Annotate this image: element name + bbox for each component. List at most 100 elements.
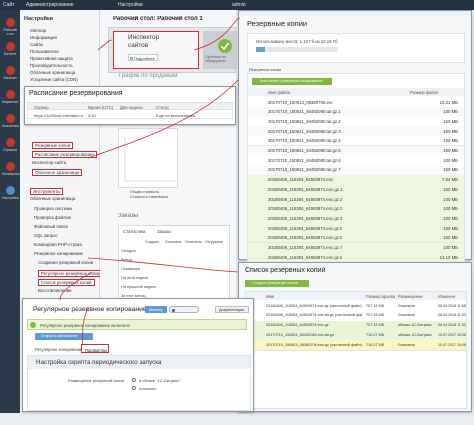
backup-file-name[interactable]: 20170710_150821_84492080.tar.gz.6 xyxy=(268,158,341,163)
topbar-settings-link[interactable]: Настройки xyxy=(118,2,143,8)
tab-regular[interactable]: Регулярное копирование xyxy=(35,347,84,352)
backup-list-name[interactable]: 20180406_115304_64593974.enc.tar.gz (час… xyxy=(266,313,362,317)
menu-marketing[interactable]: Маркетинг xyxy=(2,88,19,110)
backup-file-name[interactable]: 20180406_115304_64593974.enc.gz.6 xyxy=(268,235,342,240)
backup-list-name[interactable]: 20170710_150821_84492080.enc.tar.gz xyxy=(266,333,362,337)
backup-list-panel: Список резервных копий Создать резервную… xyxy=(238,262,472,412)
backup-file-size: 100 МБ xyxy=(443,245,458,251)
backup-file-name[interactable]: 20180406_115304_64593974.enc.gz.3 xyxy=(268,206,342,211)
backup-file-name[interactable]: 20170710_150821_84492080.tar.gz.1 xyxy=(268,109,341,114)
backup-file-name[interactable]: 20180406_115304_64593974.enc.gz.1 xyxy=(268,187,342,192)
menu-shop[interactable]: Магазин xyxy=(2,64,18,86)
menu-analytics[interactable]: Аналитика xyxy=(2,112,19,134)
tree-item[interactable]: SQL запрос xyxy=(34,233,58,238)
run-backup-button-label: Выполнить резервное копирование xyxy=(260,79,323,84)
backups-tab[interactable]: Резервные копии xyxy=(249,67,281,72)
tab-parameters-label: Параметры xyxy=(85,347,108,353)
backup-list-row[interactable]: 20170710_150813_08380706.enc.gz (частичн… xyxy=(246,340,466,351)
tree-item[interactable]: Расписание резервирования xyxy=(32,151,97,158)
place-cloud-radio[interactable] xyxy=(132,378,136,382)
list-col-place[interactable]: Размещение xyxy=(398,294,423,299)
menu-content[interactable]: Контент xyxy=(2,40,18,62)
list-col-name[interactable]: Имя xyxy=(266,294,274,299)
col-filename[interactable]: Имя файла xyxy=(268,90,290,95)
tree-item[interactable]: Резервные копии xyxy=(32,142,74,149)
schedule-col-status: Статус xyxy=(156,105,170,110)
check-ok-icon xyxy=(218,39,232,53)
topbar-user[interactable]: admin xyxy=(232,2,246,8)
schedule-server[interactable]: https://1c55bob.bitrixlabs.ru xyxy=(34,113,83,118)
backup-file-name[interactable]: 20180406_115304_64593974.enc xyxy=(268,177,333,182)
backup-list-table: Имя Размер архива Размещение Изменен 201… xyxy=(245,291,467,409)
tree-item[interactable]: Сайты xyxy=(30,42,43,47)
backup-file-name[interactable]: 20180406_115304_64593974.enc.gz.2 xyxy=(268,197,342,202)
backup-file-size: 100 МБ xyxy=(443,148,458,154)
tree-item[interactable]: Облачные хранилища xyxy=(30,70,75,75)
shop-icon xyxy=(5,66,15,75)
tree-item[interactable]: Проактивная защита xyxy=(30,56,73,61)
topbar-admin-link[interactable]: Администрирование xyxy=(26,2,74,8)
menu-settings[interactable]: Настройки xyxy=(2,184,19,206)
tree-item[interactable]: Командная PHP-строка xyxy=(34,242,82,247)
tree-item[interactable]: Производительность xyxy=(30,63,73,68)
backups-title: Резервные копии xyxy=(247,19,308,28)
tree-item[interactable]: Инспектор сайта xyxy=(32,160,66,165)
backup-file-name[interactable]: 20170710_150821_84492080.tar.gz.2 xyxy=(268,119,341,124)
tree-item[interactable]: Список резервных копий xyxy=(38,279,95,286)
backup-file-name[interactable]: 20180406_115304_64593974.enc.gz.7 xyxy=(268,245,342,250)
tree-item[interactable]: Sitemap xyxy=(30,28,46,33)
col-filesize[interactable]: Размер файла xyxy=(410,90,438,95)
tree-item[interactable]: Инструменты xyxy=(30,188,64,195)
backup-file-name[interactable]: 20170710_150821_84492080.tar.gz.3 xyxy=(268,129,341,134)
orders-tab-orders[interactable]: Заказы xyxy=(157,229,171,234)
menu-desktop[interactable]: Рабочий стол xyxy=(2,16,18,38)
list-col-size[interactable]: Размер архива xyxy=(366,294,395,299)
backup-file-name[interactable]: 20180406_115304_64593974.enc.gz.4 xyxy=(268,216,342,221)
tree-item[interactable]: Ускорение сайта (CDN) xyxy=(30,77,78,82)
backup-file-name[interactable]: 20180406_115304_64593974.enc.gz.5 xyxy=(268,226,342,231)
tree-item[interactable]: Облачные хранилища xyxy=(30,196,75,201)
space-usage-bar xyxy=(256,47,338,52)
backup-file-name[interactable]: 20170710_150821_84492080.tar.gz.5 xyxy=(268,148,341,153)
menu-label: Аналитика xyxy=(2,124,19,128)
tree-item[interactable]: Проверка системы xyxy=(34,206,72,211)
schedule-col-server: Сервер xyxy=(34,105,49,110)
backup-file-name[interactable]: 20170710_150821_84492080.tar.gz.4 xyxy=(268,138,341,143)
menu-marketplace[interactable]: Marketplace xyxy=(2,160,20,182)
documentation-button[interactable]: Документация xyxy=(215,306,249,313)
tree-item[interactable]: Файловый поиск xyxy=(34,224,68,229)
orders-row-label: На прошлой неделе xyxy=(121,285,157,289)
place-cloud-label: в облаке "1С-Битрикс" xyxy=(139,378,181,383)
backup-list-name[interactable]: 20180406_115304_64593974.enc.gz xyxy=(266,323,362,327)
inspector-badge[interactable]: Подробнее xyxy=(128,54,158,61)
list-col-date[interactable]: Изменен xyxy=(438,294,455,299)
place-local-radio[interactable] xyxy=(132,386,136,390)
tree-item[interactable]: Облачное хранилище xyxy=(32,169,83,176)
tree-item[interactable]: Восстановление xyxy=(38,288,72,293)
mode-toggle[interactable] xyxy=(169,306,199,313)
schedule-row[interactable]: https://1c55bob.bitrixlabs.ru 3:20 Еще н… xyxy=(27,111,233,119)
menu-label: Настройки xyxy=(2,196,19,200)
mode-master-button[interactable]: Мастер xyxy=(145,306,167,313)
tree-item[interactable]: Пользователи xyxy=(30,49,59,54)
topbar-site-link[interactable]: Сайт xyxy=(3,2,15,8)
menu-services[interactable]: Сервисы xyxy=(2,136,18,158)
backup-file-name[interactable]: 20180406_115304_64593974.enc.gz.8 xyxy=(268,255,342,260)
orders-tab-stats[interactable]: Статистика xyxy=(123,229,146,234)
graph-legend-1: Общая стоимость xyxy=(130,190,160,194)
run-backup-button[interactable]: Выполнить резервное копирование xyxy=(252,78,332,85)
backup-file-name[interactable]: 20170710_150821_84492080.tar.gz.7 xyxy=(268,167,341,172)
backup-file-size: 100 МБ xyxy=(443,118,458,124)
tree-item[interactable]: Проверка файлов xyxy=(34,215,71,220)
section-header: Настройка скрипта периодического запуска xyxy=(28,356,250,369)
create-backup-button[interactable]: Создать резервную копию xyxy=(245,280,309,287)
space-usage-fill xyxy=(256,47,266,52)
tree-item[interactable]: Создание резервной копии xyxy=(38,260,93,265)
tab-parameters[interactable]: Параметры xyxy=(81,344,109,353)
backup-file-name[interactable]: 20170710_150813_08380706.enc xyxy=(268,100,333,105)
tree-item[interactable]: Информация xyxy=(30,35,57,40)
open-schedule-button[interactable]: Открыть расписание xyxy=(35,333,93,340)
backup-list-name[interactable]: 20170710_150813_08380706.enc.gz (частичн… xyxy=(266,343,362,347)
tree-item[interactable]: Резервное копирование xyxy=(34,251,83,256)
backup-list-name[interactable]: 20180406_115304_64593974.enc.gz (частичн… xyxy=(266,304,362,308)
